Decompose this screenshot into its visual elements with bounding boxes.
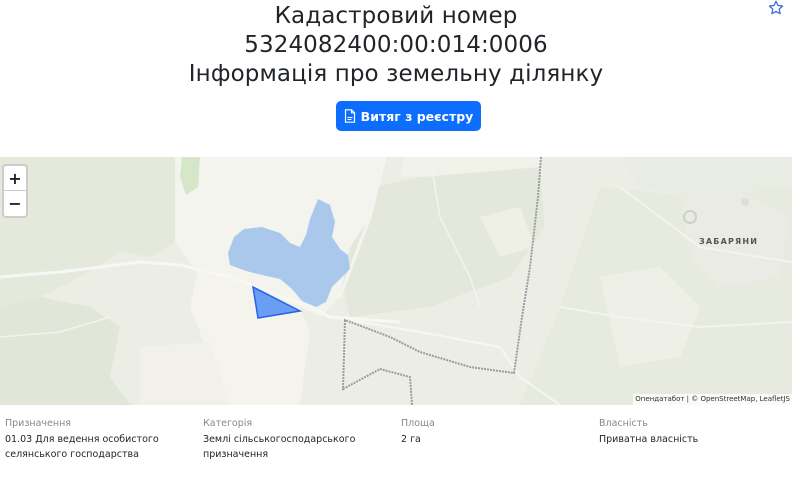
page-header: Кадастровий номер 5324082400:00:014:0006…	[0, 0, 792, 89]
purpose-value-line1: 01.03 Для ведення особистого	[5, 434, 159, 445]
zoom-control: + −	[2, 164, 28, 218]
zoom-out-button[interactable]: −	[4, 191, 26, 216]
area-field: Площа 2 га	[401, 416, 551, 447]
category-value: Землі сільськогосподарського призначення	[203, 432, 373, 462]
page-title: Кадастровий номер	[274, 3, 518, 29]
map-tiles	[0, 157, 792, 405]
purpose-label: Призначення	[5, 418, 72, 429]
area-value: 2 га	[401, 434, 421, 445]
parcel-map[interactable]	[0, 157, 792, 405]
pdf-file-icon	[344, 109, 355, 123]
purpose-value-line2: селянського господарства	[5, 449, 139, 460]
area-label: Площа	[401, 418, 435, 429]
map-village-label: ЗАБАРЯНИ	[699, 237, 759, 246]
parcel-info: Призначення 01.03 Для ведення особистого…	[0, 416, 792, 479]
registry-extract-button[interactable]: Витяг з реєстру	[336, 101, 481, 131]
category-label: Категорія	[203, 418, 253, 429]
category-field: Категорія Землі сільськогосподарського п…	[203, 416, 373, 462]
ownership-label: Власність	[599, 418, 648, 429]
registry-extract-label: Витяг з реєстру	[360, 108, 474, 124]
zoom-in-button[interactable]: +	[4, 166, 26, 191]
ownership-value: Приватна власність	[599, 434, 699, 445]
purpose-value: 01.03 Для ведення особистого селянського…	[5, 432, 180, 462]
map-attribution[interactable]: Опендатабот | © OpenStreetMap, LeafletJS	[633, 394, 792, 405]
purpose-field: Призначення 01.03 Для ведення особистого…	[5, 416, 180, 462]
category-value-line1: Землі сільськогосподарського	[203, 434, 356, 445]
category-value-line2: призначення	[203, 449, 269, 460]
page-subtitle: Інформація про земельну ділянку	[188, 61, 604, 87]
ownership-field: Власність Приватна власність	[599, 416, 779, 447]
cadastral-number: 5324082400:00:014:0006	[244, 32, 548, 58]
